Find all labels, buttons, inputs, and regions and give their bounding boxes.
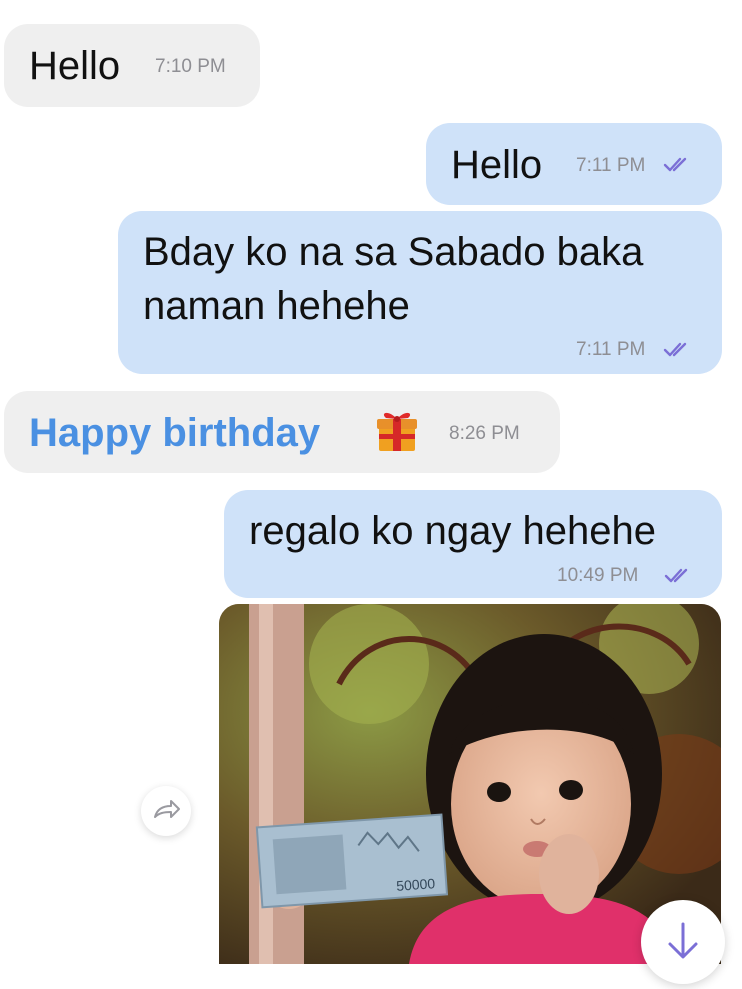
message-timestamp: 8:26 PM (449, 423, 520, 444)
forward-button[interactable] (141, 786, 191, 836)
message-text-line-1: Bday ko na sa Sabado baka (143, 230, 644, 274)
message-timestamp: 7:11 PM (576, 339, 646, 360)
outgoing-message-bubble[interactable]: regalo ko ngay hehehe 10:49 PM (224, 490, 722, 598)
read-receipt-icon (664, 568, 688, 583)
read-receipt-icon (663, 342, 687, 357)
forward-arrow-icon (154, 800, 180, 818)
message-text-line-2: naman hehehe (143, 284, 410, 328)
message-timestamp: 10:49 PM (557, 565, 639, 586)
happy-birthday-effect-text[interactable]: Happy birthday (29, 408, 320, 458)
scroll-to-bottom-button[interactable] (641, 900, 725, 984)
message-text: Hello (29, 44, 121, 88)
arrow-down-icon (668, 922, 698, 959)
message-timestamp: 7:10 PM (155, 56, 226, 77)
message-text: Hello (451, 143, 543, 187)
incoming-message-bubble[interactable]: Hello 7:10 PM (4, 24, 260, 107)
outgoing-message-bubble[interactable]: Bday ko na sa Sabado baka naman hehehe 7… (118, 211, 722, 374)
incoming-message-bubble[interactable]: Happy birthday 8:26 PM (4, 391, 560, 473)
read-receipt-icon (663, 157, 687, 172)
gift-emoji-icon (377, 412, 417, 451)
message-text: regalo ko ngay hehehe (249, 509, 656, 553)
message-timestamp: 7:11 PM (576, 155, 646, 176)
banknote-value: 50000 (396, 875, 436, 894)
outgoing-message-bubble[interactable]: Hello 7:11 PM (426, 123, 722, 205)
